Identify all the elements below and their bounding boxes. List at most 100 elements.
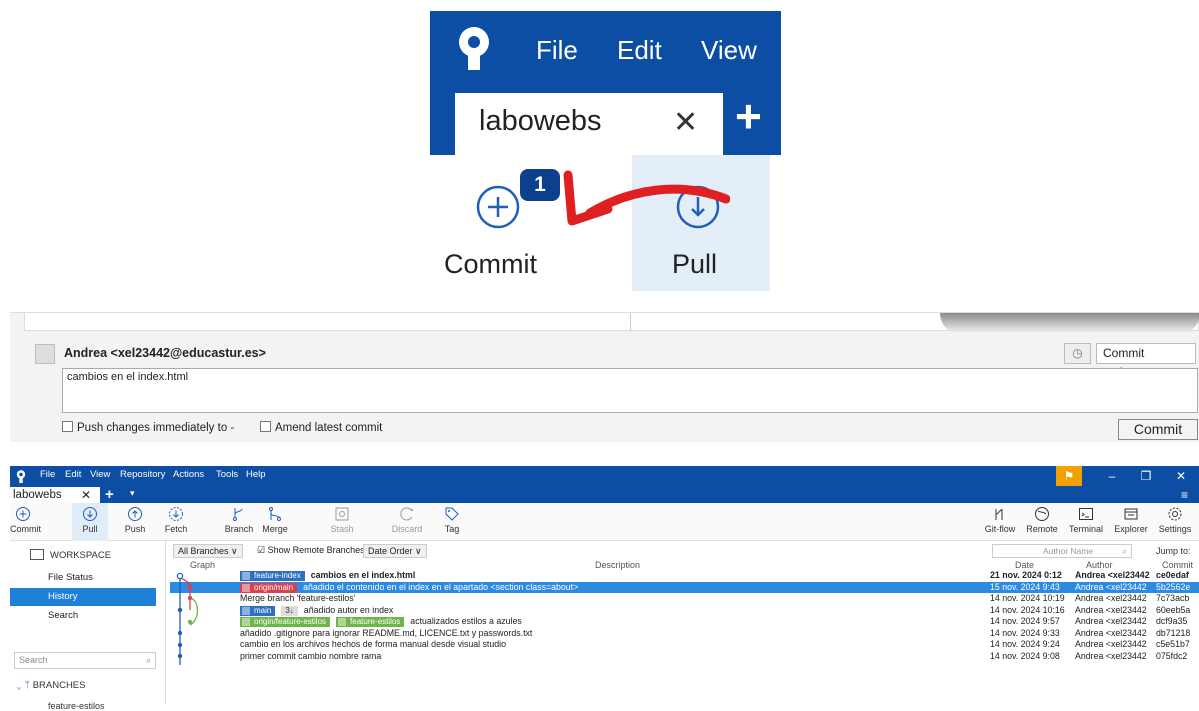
close-icon[interactable]: ✕ <box>673 105 698 140</box>
toolbar-label: Commit <box>10 524 41 534</box>
commit-date: 15 nov. 2024 9:43 <box>990 581 1060 592</box>
search-icon: ⌕ <box>145 655 151 665</box>
close-icon[interactable]: ✕ <box>1166 466 1196 486</box>
branches-heading[interactable]: ⌄ ᛘ BRANCHES <box>16 680 85 691</box>
toolbar-git-flow-button[interactable]: Git-flow <box>982 503 1018 541</box>
commit-hash: c5e51b7 <box>1156 639 1190 649</box>
sidebar-search-input[interactable]: Search ⌕ <box>14 652 156 669</box>
menu-view[interactable]: View <box>90 469 110 480</box>
table-row[interactable]: origin/feature-estilos feature-estilos act… <box>170 616 1199 628</box>
commit-author: Andrea <xel23442 <box>1075 570 1150 580</box>
toolbar-settings-button[interactable]: Settings <box>1155 503 1195 541</box>
title-bar: File Edit View <box>430 11 781 87</box>
branch-tag[interactable]: feature-index <box>240 571 305 581</box>
table-row[interactable]: feature-index cambios en el index.html 21 … <box>170 570 1199 582</box>
new-tab-plus-icon[interactable]: + <box>105 486 114 503</box>
tab-label: labowebs <box>13 489 62 501</box>
menu-file[interactable]: File <box>40 469 55 480</box>
all-branches-dropdown[interactable]: All Branches ∨ <box>173 544 243 558</box>
toolbar-branch-button[interactable]: Branch <box>222 503 256 541</box>
sidebar-item-history[interactable]: History <box>10 588 156 606</box>
tag-icon <box>445 507 459 521</box>
tab-labowebs[interactable]: labowebs ✕ <box>10 487 100 503</box>
maximize-icon[interactable]: ❐ <box>1131 466 1161 486</box>
zoomed-toolbar-panel: File Edit View labowebs ✕ + 1 Commit Pul… <box>430 11 781 291</box>
author-name-input[interactable]: Author Name ⌕ <box>992 544 1132 558</box>
red-arrow-annotation-icon <box>563 170 730 226</box>
flag-icon[interactable]: ⚑ <box>1056 466 1082 486</box>
toolbar-terminal-button[interactable]: Terminal <box>1065 503 1107 541</box>
toolbar-tag-button[interactable]: Tag <box>440 503 464 541</box>
amend-checkbox[interactable]: Amend latest commit <box>260 421 382 434</box>
commit-submit-button[interactable]: Commit <box>1118 419 1198 440</box>
tab-labowebs[interactable]: labowebs ✕ <box>455 93 723 155</box>
toolbar-label: Pull <box>82 524 98 534</box>
menu-file[interactable]: File <box>536 35 578 66</box>
minimize-icon[interactable]: – <box>1097 466 1127 486</box>
push-immediately-checkbox[interactable]: Push changes immediately to - <box>62 421 234 434</box>
table-row[interactable]: origin/main añadido el contenido en el in… <box>170 581 1199 593</box>
commit-node <box>187 584 193 590</box>
git-flow-icon <box>995 509 1003 520</box>
commit-author: Andrea <xel23442 <box>1075 627 1147 638</box>
merge-icon <box>269 507 281 521</box>
branch-tag[interactable]: main <box>240 605 276 616</box>
toolbar-commit-button[interactable]: Commit <box>10 503 41 541</box>
menu-tools[interactable]: Tools <box>216 469 238 480</box>
menu-edit[interactable]: Edit <box>65 469 81 480</box>
show-remote-branches-checkbox[interactable]: ☑ Show Remote Branches <box>253 544 369 558</box>
push-immediately-label: Push changes immediately to - <box>77 422 235 434</box>
close-tab-icon[interactable]: ✕ <box>81 487 91 503</box>
toolbar-label: Remote <box>1026 524 1058 534</box>
commit-author: Andrea <xel23442 <box>1075 581 1147 592</box>
sidebar-branch-feature-estilos[interactable]: feature-estilos <box>48 701 105 711</box>
commit-label: Commit <box>444 249 537 279</box>
toolbar-push-button[interactable]: Push <box>120 503 150 541</box>
commit-message: añadido .gitignore para ignorar README.m… <box>240 627 533 638</box>
branch-tag[interactable]: 3↓ <box>281 605 298 616</box>
arrow-up-circle-icon <box>128 507 142 521</box>
toolbar-label: Settings <box>1158 524 1192 534</box>
table-row[interactable]: main 3↓ añadido autor en index 14 nov. 2024… <box>170 605 1199 617</box>
branch-tag[interactable]: origin/feature-estilos <box>240 617 331 627</box>
commit-date: 14 nov. 2024 9:24 <box>990 639 1060 649</box>
branch-tag[interactable]: feature-estilos <box>336 617 405 627</box>
toolbar-stash-button[interactable]: Stash <box>326 503 358 541</box>
table-row[interactable]: Merge branch 'feature-estilos' 14 nov. 20… <box>170 593 1199 605</box>
checkbox-icon <box>260 421 271 432</box>
toolbar-label: Terminal <box>1068 524 1103 534</box>
commit-date: 14 nov. 2024 9:57 <box>990 616 1060 626</box>
sidebar-item-search[interactable]: Search <box>10 607 156 625</box>
table-row[interactable]: añadido .gitignore para ignorar README.m… <box>170 628 1199 640</box>
title-bar: File Edit View Repository Actions Tools … <box>10 466 1199 503</box>
globe-icon <box>1035 507 1049 521</box>
toolbar-merge-button[interactable]: Merge <box>256 503 294 541</box>
toolbar-discard-button[interactable]: Discard <box>388 503 426 541</box>
menu-repository[interactable]: Repository <box>120 469 165 480</box>
commit-message-input[interactable]: cambios en el index.html <box>62 368 1198 413</box>
toolbar-pull-button[interactable]: Pull <box>72 503 108 541</box>
branch-tag[interactable]: origin/main <box>240 582 298 593</box>
toolbar-remote-button[interactable]: Remote <box>1024 503 1060 541</box>
commit-options-dropdown[interactable]: Commit options... ∨ <box>1096 343 1196 379</box>
date-order-dropdown[interactable]: Date Order ∨ <box>363 544 427 558</box>
commit-hash: dcf9a35 <box>1156 616 1188 626</box>
table-row[interactable]: cambio en los archivos hechos de forma m… <box>170 639 1199 651</box>
commit-graph <box>176 572 199 665</box>
checkbox-icon <box>62 421 73 432</box>
menu-edit[interactable]: Edit <box>617 35 662 66</box>
commit-date: 14 nov. 2024 10:19 <box>990 593 1065 603</box>
chevron-down-icon[interactable]: ▾ <box>130 488 135 499</box>
sidebar-item-file-status[interactable]: File Status <box>10 569 156 587</box>
table-row[interactable]: primer commit cambio nombre rama 14 nov. … <box>170 651 1199 663</box>
menu-help[interactable]: Help <box>246 469 266 480</box>
commit-hash: 60eeb5a <box>1156 604 1191 615</box>
menu-view[interactable]: View <box>701 35 757 66</box>
new-tab-plus-icon[interactable]: + <box>735 93 762 139</box>
toolbar-explorer-button[interactable]: Explorer <box>1110 503 1152 541</box>
clock-icon[interactable]: ◷ <box>1064 343 1091 364</box>
toolbar-fetch-button[interactable]: Fetch <box>160 503 192 541</box>
hamburger-menu-icon[interactable]: ≡ <box>1181 488 1188 502</box>
commit-node <box>187 595 193 601</box>
menu-actions[interactable]: Actions <box>173 469 204 480</box>
